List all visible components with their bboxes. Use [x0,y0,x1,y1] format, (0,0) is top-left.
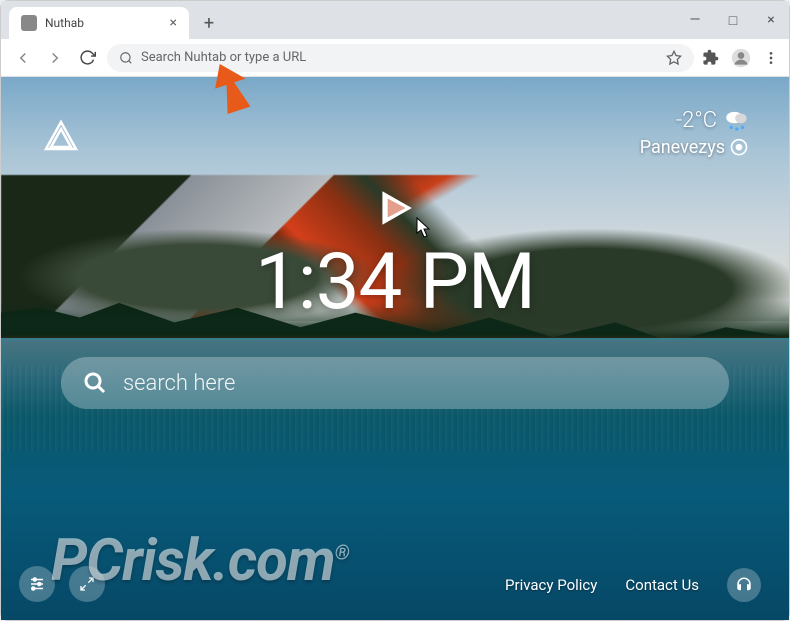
arrow-left-icon [14,49,32,67]
back-button[interactable] [11,46,35,70]
forward-button[interactable] [43,46,67,70]
fullscreen-button[interactable] [69,566,105,602]
tab-strip: Nuthab × + — □ × [1,1,789,39]
close-window-button[interactable]: × [761,12,781,28]
settings-button[interactable] [19,566,55,602]
footer-links: Privacy Policy Contact Us [505,568,761,602]
reload-icon [79,49,96,66]
play-badge[interactable] [374,187,416,233]
search-input[interactable] [123,371,707,396]
search-bar[interactable] [61,357,729,409]
reload-button[interactable] [75,46,99,70]
arrow-right-icon [46,49,64,67]
search-icon [83,371,107,395]
maximize-button[interactable]: □ [723,12,743,29]
weather-rain-icon [723,107,749,133]
headset-icon [735,576,753,594]
privacy-link[interactable]: Privacy Policy [505,576,597,594]
support-button[interactable] [727,568,761,602]
bookmark-star-icon[interactable] [666,50,682,66]
search-icon [119,51,133,65]
contact-link[interactable]: Contact Us [625,576,699,594]
annotation-arrow-icon [200,62,260,117]
address-bar[interactable]: Search Nuhtab or type a URL [107,44,694,72]
triangle-logo-icon [41,117,81,157]
new-tab-page: -2°C Panevezys 1:34 PM Pr [1,77,789,620]
bottom-left-controls [19,566,105,602]
minimize-button[interactable]: — [685,12,705,28]
weather-widget[interactable]: -2°C Panevezys [640,107,749,158]
profile-icon[interactable] [731,48,751,68]
play-icon [374,187,416,229]
tab-favicon [21,15,37,31]
browser-tab[interactable]: Nuthab × [9,7,189,39]
sliders-icon [28,575,46,593]
toolbar-actions [702,48,779,68]
menu-icon[interactable] [763,50,779,66]
tab-close-icon[interactable]: × [170,15,177,31]
new-tab-button[interactable]: + [195,9,223,37]
browser-window: Nuthab × + — □ × Search Nuhtab or type a… [0,0,790,621]
clock: 1:34 PM [1,237,789,328]
brand-logo [41,117,81,161]
tab-title: Nuthab [45,16,84,30]
temperature: -2°C [676,108,717,133]
location-pin-icon [729,138,749,158]
window-controls: — □ × [685,1,781,39]
extensions-icon[interactable] [702,49,719,66]
location-name: Panevezys [640,137,725,158]
expand-icon [79,576,95,592]
browser-toolbar: Search Nuhtab or type a URL [1,39,789,77]
wallpaper [1,77,789,620]
